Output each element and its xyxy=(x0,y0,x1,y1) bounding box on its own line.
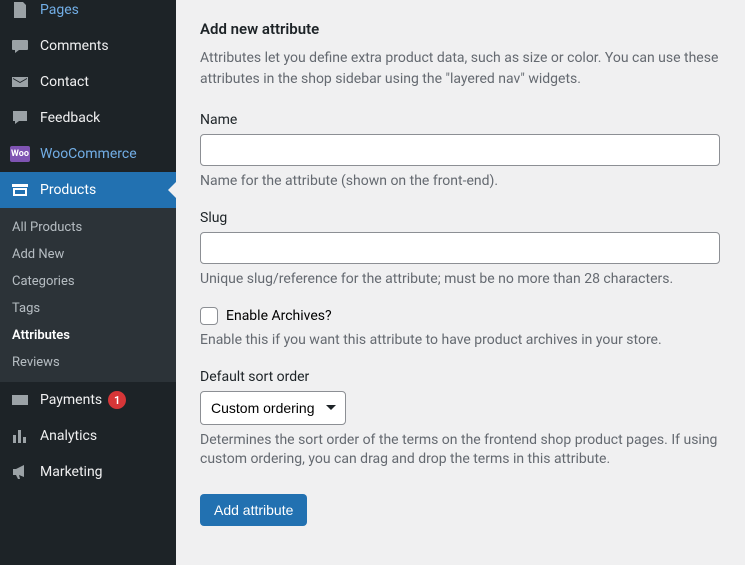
sort-label: Default sort order xyxy=(200,369,721,385)
payments-badge: 1 xyxy=(108,391,126,409)
name-help: Name for the attribute (shown on the fro… xyxy=(200,172,721,192)
sidebar-item-label: Payments xyxy=(40,392,102,408)
name-label: Name xyxy=(200,112,721,128)
archives-checkbox[interactable] xyxy=(200,307,218,325)
submenu-add-new[interactable]: Add New xyxy=(0,241,176,268)
sort-help: Determines the sort order of the terms o… xyxy=(200,431,721,470)
archives-help: Enable this if you want this attribute t… xyxy=(200,331,721,351)
sidebar-item-label: Pages xyxy=(40,2,79,18)
mail-icon xyxy=(10,72,30,92)
field-slug: Slug Unique slug/reference for the attri… xyxy=(200,210,721,290)
sidebar-item-label: Analytics xyxy=(40,428,97,444)
products-icon xyxy=(10,180,30,200)
sidebar-item-products[interactable]: Products xyxy=(0,172,176,208)
megaphone-icon xyxy=(10,462,30,482)
sidebar-item-label: Feedback xyxy=(40,110,100,126)
sidebar-item-label: Comments xyxy=(40,38,109,54)
page-title: Add new attribute xyxy=(200,20,721,38)
sidebar-item-woocommerce[interactable]: Woo WooCommerce xyxy=(0,136,176,172)
field-sort-order: Default sort order Custom ordering Deter… xyxy=(200,369,721,470)
sidebar-item-analytics[interactable]: Analytics xyxy=(0,418,176,454)
sidebar-item-marketing[interactable]: Marketing xyxy=(0,454,176,490)
sidebar-item-feedback[interactable]: Feedback xyxy=(0,100,176,136)
page-description: Attributes let you define extra product … xyxy=(200,48,721,90)
submenu-reviews[interactable]: Reviews xyxy=(0,349,176,376)
analytics-icon xyxy=(10,426,30,446)
woocommerce-icon: Woo xyxy=(10,144,30,164)
sidebar-item-label: Marketing xyxy=(40,464,103,480)
submenu-attributes[interactable]: Attributes xyxy=(0,322,176,349)
slug-label: Slug xyxy=(200,210,721,226)
field-archives: Enable Archives? Enable this if you want… xyxy=(200,307,721,351)
main-content: Add new attribute Attributes let you def… xyxy=(176,0,745,565)
submenu-categories[interactable]: Categories xyxy=(0,268,176,295)
slug-help: Unique slug/reference for the attribute;… xyxy=(200,270,721,290)
page-icon xyxy=(10,0,30,20)
submenu-tags[interactable]: Tags xyxy=(0,295,176,322)
sidebar-item-label: WooCommerce xyxy=(40,146,137,162)
sidebar-item-label: Contact xyxy=(40,74,89,90)
sidebar-item-contact[interactable]: Contact xyxy=(0,64,176,100)
sidebar-item-payments[interactable]: Payments 1 xyxy=(0,382,176,418)
archives-label: Enable Archives? xyxy=(226,308,332,324)
sidebar-item-comments[interactable]: Comments xyxy=(0,28,176,64)
sort-select[interactable]: Custom ordering xyxy=(200,391,346,425)
submenu-all-products[interactable]: All Products xyxy=(0,214,176,241)
admin-sidebar: Pages Comments Contact Feedback Woo WooC… xyxy=(0,0,176,565)
payments-icon xyxy=(10,390,30,410)
sidebar-item-label: Products xyxy=(40,182,96,198)
products-submenu: All Products Add New Categories Tags Att… xyxy=(0,208,176,382)
sidebar-item-pages[interactable]: Pages xyxy=(0,0,176,28)
add-attribute-button[interactable]: Add attribute xyxy=(200,494,307,526)
comment-icon xyxy=(10,36,30,56)
feedback-icon xyxy=(10,108,30,128)
field-name: Name Name for the attribute (shown on th… xyxy=(200,112,721,192)
name-input[interactable] xyxy=(200,134,720,166)
slug-input[interactable] xyxy=(200,232,720,264)
